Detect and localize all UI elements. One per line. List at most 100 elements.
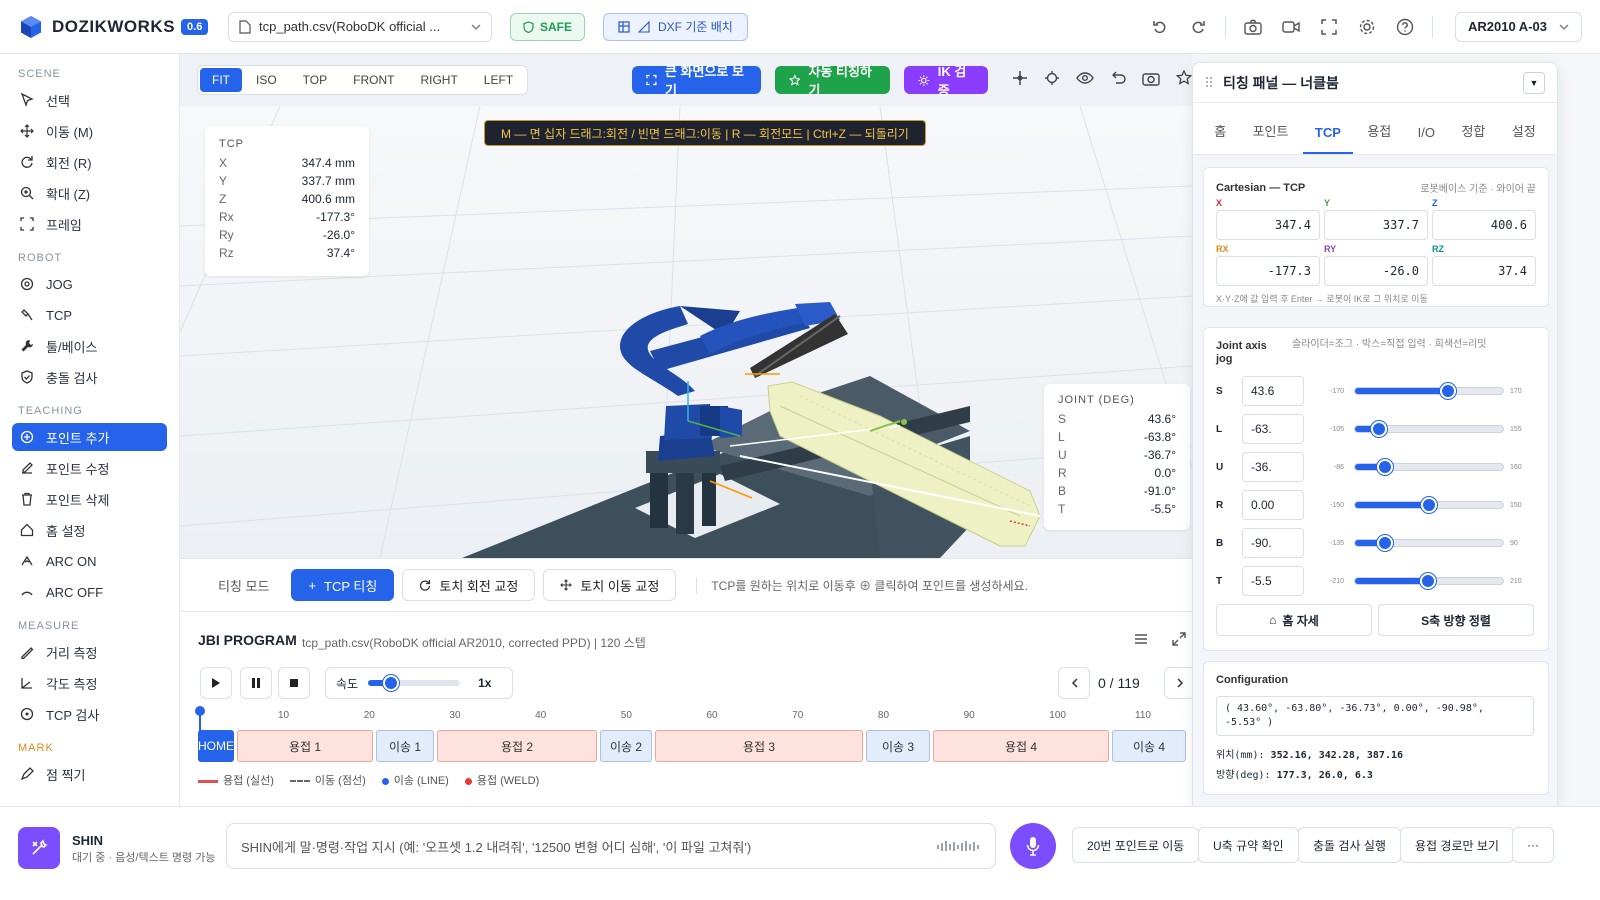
play-button[interactable] [200, 667, 232, 699]
file-selector[interactable]: tcp_path.csv(RoboDK official ... [228, 11, 492, 42]
joint-slider[interactable] [1354, 573, 1504, 589]
panel-collapse-button[interactable]: ▼ [1523, 71, 1545, 94]
tab-6[interactable]: 설정 [1500, 121, 1548, 154]
view-fit-button[interactable]: FIT [200, 68, 242, 92]
dxf-layout-button[interactable]: DXF 기준 배치 [603, 12, 748, 41]
gear-icon[interactable] [1356, 16, 1378, 38]
sidebar-item-move[interactable]: 이동 (M) [12, 117, 167, 145]
tcp-teach-button[interactable]: + TCP 티칭 [291, 569, 395, 601]
timeline-segment-move[interactable]: 이송 4 [1112, 730, 1186, 762]
prev-step-button[interactable] [1058, 667, 1090, 699]
help-icon[interactable] [1394, 16, 1416, 38]
favorite-star-icon[interactable] [1175, 68, 1193, 91]
timeline-segment-home[interactable]: HOME [198, 730, 234, 762]
home-pose-button[interactable]: ⌂ 홈 자세 [1216, 604, 1372, 636]
sidebar-item-edit-point[interactable]: 포인트 수정 [12, 454, 167, 482]
joint-value-input[interactable]: -5.5 [1242, 566, 1304, 596]
expand-panel-icon[interactable] [1172, 632, 1186, 651]
timeline-segment-move[interactable]: 이송 3 [866, 730, 930, 762]
playhead-knob[interactable] [195, 706, 205, 716]
joint-slider[interactable] [1354, 421, 1504, 437]
cartesian-field-rz[interactable]: 37.4 [1432, 256, 1536, 286]
list-icon[interactable] [1134, 632, 1148, 650]
sidebar-item-distance[interactable]: 거리 측정 [12, 638, 167, 666]
view-iso-button[interactable]: ISO [244, 68, 289, 92]
quick-action-more[interactable]: ··· [1512, 827, 1554, 863]
microphone-button[interactable] [1010, 823, 1056, 869]
joint-slider[interactable] [1354, 383, 1504, 399]
tab-3[interactable]: 용접 [1355, 121, 1403, 154]
joint-value-input[interactable]: 0.00 [1242, 490, 1304, 520]
view-left-button[interactable]: LEFT [472, 68, 525, 92]
cartesian-field-rx[interactable]: -177.3 [1216, 256, 1320, 286]
eye-icon[interactable] [1076, 71, 1094, 90]
sidebar-item-angle[interactable]: 각도 측정 [12, 669, 167, 697]
view-front-button[interactable]: FRONT [341, 68, 406, 92]
snapshot-icon[interactable] [1142, 70, 1160, 91]
sidebar-item-mark-point[interactable]: 점 찍기 [12, 760, 167, 788]
joint-slider[interactable] [1354, 497, 1504, 513]
pan-cross-icon[interactable] [1012, 70, 1028, 91]
joint-slider-knob[interactable] [1370, 421, 1387, 437]
tab-2[interactable]: TCP [1302, 125, 1353, 154]
redo-icon[interactable] [1187, 16, 1209, 38]
sidebar-item-tcp[interactable]: TCP [12, 301, 167, 329]
fullscreen-icon[interactable] [1318, 16, 1340, 38]
joint-slider[interactable] [1354, 535, 1504, 551]
sidebar-item-add-point[interactable]: 포인트 추가 [12, 423, 167, 451]
cartesian-field-y[interactable]: 337.7 [1324, 210, 1428, 240]
robot-selector[interactable]: AR2010 A-03 [1454, 11, 1582, 42]
quick-action-goto-point[interactable]: 20번 포인트로 이동 [1072, 827, 1200, 863]
speed-slider-knob[interactable] [383, 675, 400, 691]
sidebar-item-arc-on[interactable]: ARC ON [12, 547, 167, 575]
timeline-segment-weld[interactable]: 용접 4 [933, 730, 1109, 762]
assistant-avatar[interactable] [18, 827, 60, 869]
joint-slider-knob[interactable] [1376, 535, 1393, 551]
sidebar-item-collision[interactable]: 충돌 검사 [12, 363, 167, 391]
joint-slider[interactable] [1354, 459, 1504, 475]
undo-icon[interactable] [1149, 16, 1171, 38]
stop-button[interactable] [278, 667, 310, 699]
joint-value-input[interactable]: -63. [1242, 414, 1304, 444]
locate-icon[interactable] [1044, 70, 1060, 91]
sidebar-item-tcp-check[interactable]: TCP 검사 [12, 700, 167, 728]
camera-icon[interactable] [1242, 16, 1264, 38]
sidebar-item-delete-point[interactable]: 포인트 삭제 [12, 485, 167, 513]
quick-action-collision-check[interactable]: 충돌 검사 실행 [1298, 827, 1401, 863]
quick-action-weld-path[interactable]: 용접 경로만 보기 [1400, 827, 1514, 863]
fullscreen-view-button[interactable]: 큰 화면으로 보기 [632, 64, 761, 98]
sidebar-item-tool-base[interactable]: 툴/베이스 [12, 332, 167, 360]
sidebar-item-jog[interactable]: JOG [12, 270, 167, 298]
s-axis-align-button[interactable]: S축 방향 정렬 [1378, 604, 1534, 636]
joint-value-input[interactable]: -36. [1242, 452, 1304, 482]
view-top-button[interactable]: TOP [291, 68, 339, 92]
drag-handle-icon[interactable] [1205, 75, 1213, 91]
joint-slider-knob[interactable] [1376, 459, 1393, 475]
joint-value-input[interactable]: 43.6 [1242, 376, 1304, 406]
sidebar-item-home-set[interactable]: 홈 설정 [12, 516, 167, 544]
joint-slider-knob[interactable] [1419, 573, 1436, 589]
reset-view-icon[interactable] [1110, 71, 1126, 90]
sidebar-item-zoom[interactable]: 확대 (Z) [12, 179, 167, 207]
torch-rotation-fix-button[interactable]: 토치 회전 교정 [402, 569, 536, 601]
3d-viewport[interactable]: M — 면 십자 드래그:회전 / 빈면 드래그:이동 | R — 회전모드 |… [180, 106, 1192, 558]
tab-4[interactable]: I/O [1406, 125, 1447, 154]
sidebar-item-select[interactable]: 선택 [12, 86, 167, 114]
torch-move-fix-button[interactable]: 토치 이동 교정 [543, 569, 677, 601]
pause-button[interactable] [240, 667, 272, 699]
ik-verify-button[interactable]: IK 검증 [904, 64, 988, 98]
assistant-input[interactable]: SHIN에게 말·명령·작업 지시 (예: '오프셋 1.2 내려줘', '12… [226, 823, 996, 869]
timeline-segment-move[interactable]: 이송 2 [600, 730, 652, 762]
quick-action-u-axis-check[interactable]: U축 규약 확인 [1198, 827, 1299, 863]
tab-0[interactable]: 홈 [1202, 121, 1238, 154]
timeline-segment-weld[interactable]: 용접 1 [237, 730, 373, 762]
timeline-segment-weld[interactable]: 용접 3 [655, 730, 863, 762]
tab-1[interactable]: 포인트 [1241, 121, 1301, 154]
speed-slider[interactable] [368, 675, 461, 691]
cartesian-field-ry[interactable]: -26.0 [1324, 256, 1428, 286]
timeline-segment-move[interactable]: 이송 1 [376, 730, 434, 762]
auto-teach-button[interactable]: 자동 티칭하기 [774, 64, 891, 98]
timeline-segment-weld[interactable]: 용접 2 [437, 730, 597, 762]
joint-slider-knob[interactable] [1440, 383, 1457, 399]
cartesian-field-x[interactable]: 347.4 [1216, 210, 1320, 240]
